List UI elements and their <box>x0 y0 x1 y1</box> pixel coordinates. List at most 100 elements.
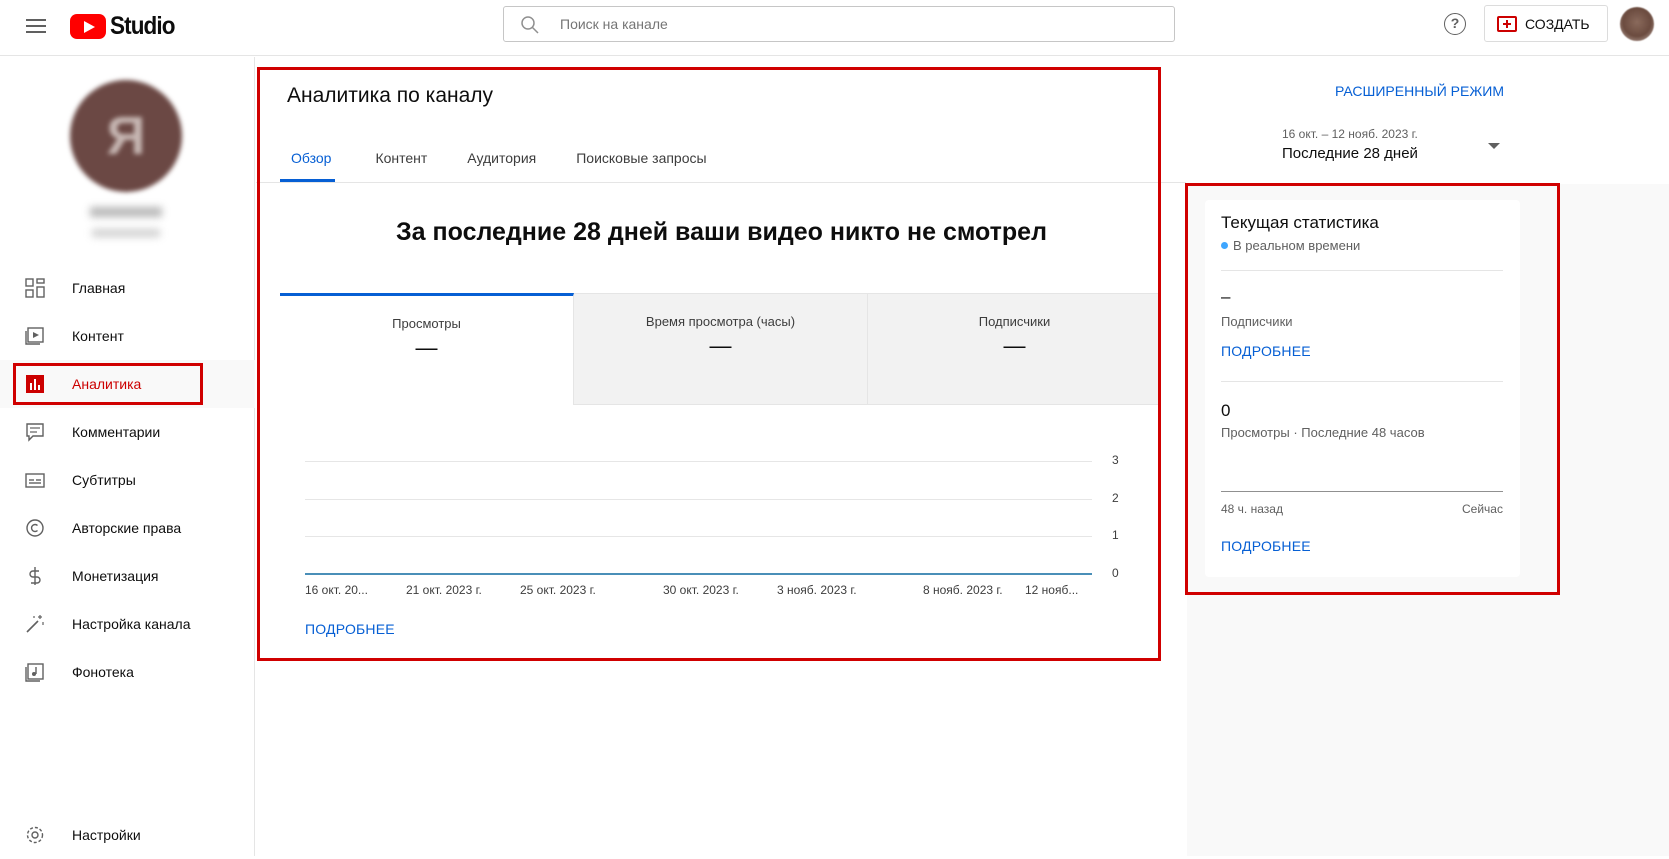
search-input[interactable] <box>560 7 1150 41</box>
channel-name-blurred <box>90 207 162 217</box>
sidebar-item-label: Фонотека <box>72 664 134 680</box>
right-panel-header <box>1187 57 1669 184</box>
sidebar-item-copyright[interactable]: Авторские права <box>0 504 255 552</box>
y-tick-label: 0 <box>1112 566 1119 580</box>
sidebar-item-audio-library[interactable]: Фонотека <box>0 648 255 696</box>
realtime-views-more-link[interactable]: ПОДРОБНЕЕ <box>1221 538 1311 554</box>
sidebar-item-label: Монетизация <box>72 568 159 584</box>
copyright-icon <box>25 518 45 538</box>
sidebar-item-label: Контент <box>72 328 124 344</box>
x-tick-label: 30 окт. 2023 г. <box>663 583 739 597</box>
customization-icon <box>25 614 45 634</box>
content-icon <box>25 326 45 346</box>
metric-watch-time[interactable]: Время просмотра (часы) — <box>574 294 868 405</box>
realtime-card <box>1205 200 1520 577</box>
tab-overview[interactable]: Обзор <box>280 138 336 182</box>
chevron-down-icon[interactable] <box>1488 143 1500 149</box>
views-chart <box>280 405 1161 650</box>
metric-subscribers[interactable]: Подписчики — <box>868 294 1161 405</box>
live-dot-icon <box>1221 242 1228 249</box>
create-button[interactable]: СОЗДАТЬ <box>1484 5 1608 42</box>
chart-gridline <box>305 498 1092 500</box>
period-selector[interactable]: Последние 28 дней <box>1282 145 1418 162</box>
audio-library-icon <box>25 662 45 682</box>
realtime-axis-left: 48 ч. назад <box>1221 502 1283 516</box>
realtime-views-label: Просмотры · Последние 48 часов <box>1221 425 1425 440</box>
sidebar-item-analytics[interactable]: Аналитика <box>0 360 255 408</box>
sidebar-item-customization[interactable]: Настройка канала <box>0 600 255 648</box>
sidebar-item-label: Комментарии <box>72 424 161 440</box>
sidebar-item-monetization[interactable]: Монетизация <box>0 552 255 600</box>
comments-icon <box>25 422 45 442</box>
realtime-subs-more-link[interactable]: ПОДРОБНЕЕ <box>1221 343 1311 359</box>
sidebar-item-content[interactable]: Контент <box>0 312 255 360</box>
realtime-subs-value: – <box>1221 287 1231 306</box>
y-tick-label: 3 <box>1112 453 1119 467</box>
metric-cards: Просмотры — Время просмотра (часы) — Под… <box>280 293 1161 405</box>
metric-label: Время просмотра (часы) <box>645 314 796 329</box>
x-tick-label: 3 нояб. 2023 г. <box>777 583 857 597</box>
create-button-label: СОЗДАТЬ <box>1525 15 1590 32</box>
tab-search[interactable]: Поисковые запросы <box>576 138 706 182</box>
menu-icon[interactable] <box>24 15 48 39</box>
channel-handle-blurred <box>92 229 160 237</box>
x-tick-label: 16 окт. 20... <box>305 583 368 597</box>
channel-avatar-letter: Я <box>106 106 146 166</box>
realtime-axis-right: Сейчас <box>1462 502 1503 516</box>
youtube-play-icon <box>70 14 106 39</box>
chart-gridline <box>305 461 1092 462</box>
tab-audience[interactable]: Аудитория <box>467 138 536 182</box>
chart-gridline <box>305 536 1092 538</box>
subtitles-icon <box>25 470 45 490</box>
top-bar: Studio ? СОЗДАТЬ <box>0 0 1669 56</box>
dashboard-icon <box>25 278 45 298</box>
metric-value: — <box>1003 333 1026 358</box>
search-icon <box>521 16 539 34</box>
realtime-views-value: 0 <box>1221 401 1231 420</box>
page-title: Аналитика по каналу <box>287 84 494 107</box>
logo-text: Studio <box>110 12 175 40</box>
analytics-tabs: Обзор Контент Аудитория Поисковые запрос… <box>280 138 747 182</box>
sidebar-item-dashboard[interactable]: Главная <box>0 264 255 312</box>
y-tick-label: 1 <box>1112 528 1119 543</box>
overview-headline: За последние 28 дней ваши видео никто не… <box>396 218 1047 246</box>
x-tick-label: 21 окт. 2023 г. <box>406 583 482 597</box>
sidebar-item-label: Настройка канала <box>72 616 191 632</box>
sidebar-item-label: Аналитика <box>72 376 142 392</box>
realtime-title: Текущая статистика <box>1221 213 1379 232</box>
gear-icon <box>25 825 45 845</box>
sidebar-item-label: Субтитры <box>72 472 136 488</box>
x-tick-label: 8 нояб. 2023 г. <box>923 583 1003 597</box>
tab-content[interactable]: Контент <box>375 138 427 182</box>
youtube-studio-logo[interactable]: Studio <box>70 12 182 41</box>
sidebar-item-label: Главная <box>72 280 126 296</box>
metric-value: — <box>709 333 732 358</box>
chart-more-link[interactable]: ПОДРОБНЕЕ <box>305 621 395 637</box>
sidebar-item-subtitles[interactable]: Субтитры <box>0 456 255 504</box>
advanced-mode-link[interactable]: РАСШИРЕННЫЙ РЕЖИМ <box>1335 83 1504 99</box>
x-tick-label: 12 нояб... <box>1025 583 1079 597</box>
sidebar-item-label: Авторские права <box>72 520 182 536</box>
metric-label: Подписчики <box>978 314 1051 329</box>
channel-avatar[interactable]: Я <box>70 80 182 192</box>
help-icon[interactable]: ? <box>1444 13 1466 35</box>
metric-views[interactable]: Просмотры — <box>280 293 574 405</box>
realtime-live-label: В реальном времени <box>1233 238 1361 253</box>
account-avatar[interactable] <box>1620 7 1654 41</box>
divider <box>1221 270 1503 271</box>
search-box[interactable] <box>503 6 1175 42</box>
metric-value: — <box>415 335 438 360</box>
monetization-icon <box>25 566 45 586</box>
realtime-subs-label: Подписчики <box>1221 314 1293 329</box>
sidebar-item-settings[interactable]: Настройки <box>0 811 255 859</box>
tabs-divider <box>256 182 1186 183</box>
chart-gridline <box>305 574 1092 575</box>
divider <box>1221 381 1503 382</box>
sidebar-item-comments[interactable]: Комментарии <box>0 408 255 456</box>
realtime-live: В реальном времени <box>1221 238 1360 253</box>
create-video-icon <box>1497 15 1517 32</box>
analytics-icon <box>25 374 45 394</box>
metric-label: Просмотры <box>392 316 461 331</box>
y-tick-label: 2 <box>1112 490 1119 505</box>
sidebar-item-label: Настройки <box>72 827 141 843</box>
